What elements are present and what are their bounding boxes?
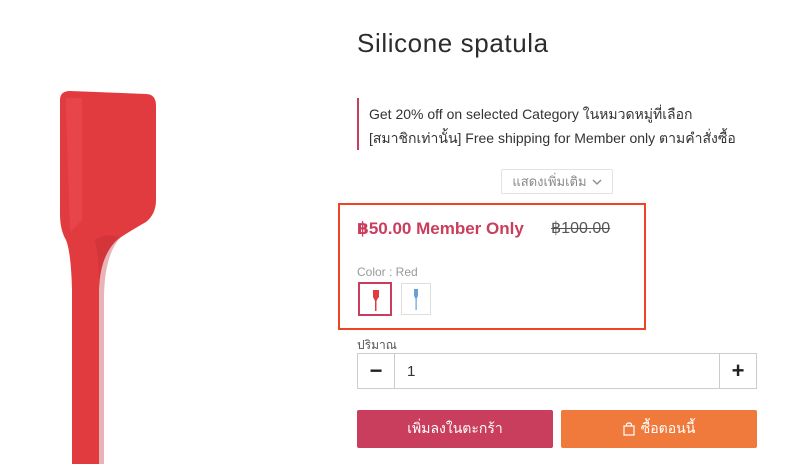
promotion-line-shipping: [สมาชิกเท่านั้น] Free shipping for Membe… <box>369 130 736 146</box>
color-label: Color : Red <box>357 265 418 279</box>
color-swatch-blue[interactable] <box>401 283 431 315</box>
product-title: Silicone spatula <box>357 28 549 58</box>
chevron-down-icon <box>592 179 602 185</box>
red-spatula-image <box>60 91 156 464</box>
show-more-label: แสดงเพิ่มเติม <box>512 174 587 189</box>
promotion-line-category: Get 20% off on selected Category ในหมวดห… <box>369 106 693 122</box>
show-more-button[interactable]: แสดงเพิ่มเติม <box>501 169 613 194</box>
promotion-panel: Get 20% off on selected Category ในหมวดห… <box>357 98 759 150</box>
quantity-stepper: − + <box>357 353 757 389</box>
color-swatch-red[interactable] <box>358 282 392 316</box>
blue-spatula-icon <box>414 289 418 310</box>
quantity-increase-button[interactable]: + <box>719 354 756 388</box>
original-price: ฿100.00 <box>551 220 611 237</box>
add-to-cart-button[interactable]: เพิ่มลงในตะกร้า <box>357 410 553 448</box>
buy-now-label: ซื้อตอนนี้ <box>640 420 696 436</box>
product-image <box>60 91 156 464</box>
add-to-cart-label: เพิ่มลงในตะกร้า <box>407 420 503 436</box>
quantity-decrease-button[interactable]: − <box>358 354 395 388</box>
buy-now-button[interactable]: ซื้อตอนนี้ <box>561 410 757 448</box>
member-price: ฿50.00 Member Only <box>357 219 524 238</box>
shopping-bag-icon <box>623 422 635 436</box>
red-spatula-icon <box>373 290 379 311</box>
quantity-input[interactable] <box>395 354 609 388</box>
